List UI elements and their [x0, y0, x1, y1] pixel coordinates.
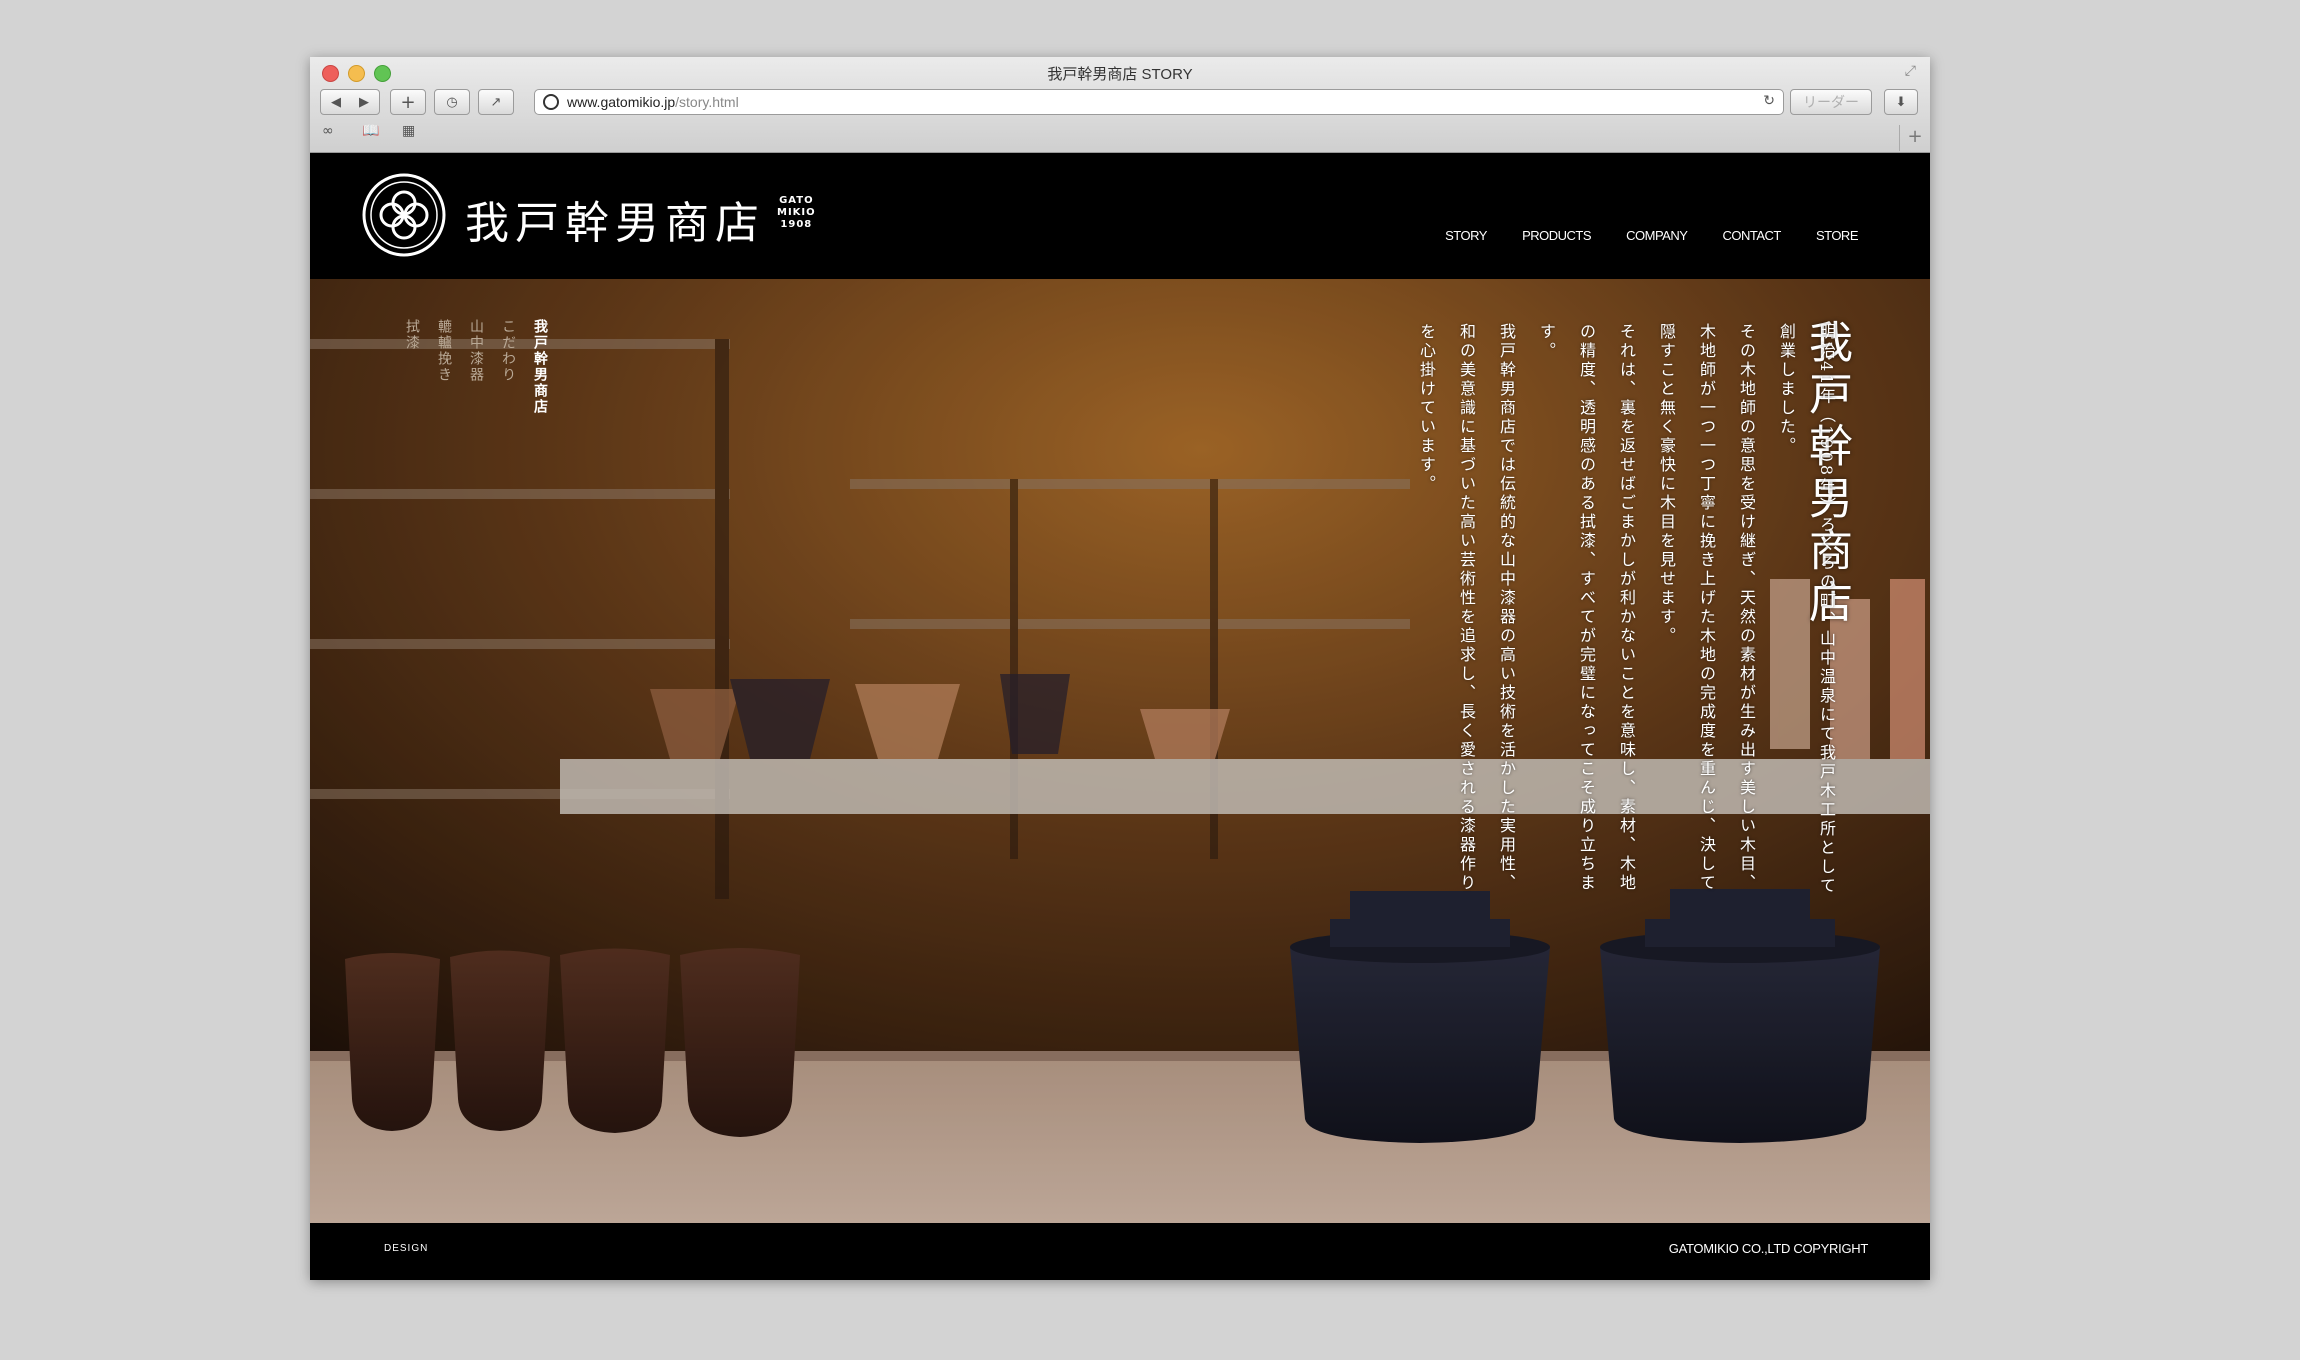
browser-chrome: 我戸幹男商店 STORY ⤢ ◀ ▶ + ◷ ↗ www.gatomikio.jp… [310, 57, 1930, 153]
forward-button[interactable]: ▶ [350, 90, 378, 116]
main-nav: STORY PRODUCTS COMPANY CONTACT STORE [1415, 225, 1858, 244]
new-tab-icon[interactable]: + [1899, 125, 1930, 151]
logo-name[interactable]: 我戸幹男商店 [465, 187, 765, 251]
nav-item-contact[interactable]: CONTACT [1722, 228, 1781, 243]
downloads-icon[interactable]: ⬇ [1884, 89, 1918, 115]
logo-sub-line: MIKIO [777, 207, 816, 218]
url-host: www.gatomikio.jp [567, 94, 676, 110]
browser-window: 我戸幹男商店 STORY ⤢ ◀ ▶ + ◷ ↗ www.gatomikio.jp… [310, 57, 1930, 1280]
sub-nav-item-fukiurushi[interactable]: 拭漆 [404, 319, 420, 351]
url-path: /story.html [675, 94, 739, 110]
nav-item-company[interactable]: COMPANY [1626, 228, 1688, 243]
story-paragraph: それは、裏を返せばごまかしが利かないことを意味し、素材、木地の精度、透明感のある… [1537, 323, 1636, 893]
sub-nav-item-gatomikio[interactable]: 我戸幹男商店 [532, 319, 548, 415]
top-sites-icon[interactable]: ▦ [402, 123, 415, 139]
reading-list-icon[interactable]: ∞ [322, 123, 334, 139]
reader-button[interactable]: リーダー [1790, 89, 1872, 115]
history-icon[interactable]: ◷ [434, 89, 470, 115]
add-bookmark-button[interactable]: + [390, 89, 426, 115]
logo-subtext: GATO MIKIO 1908 [777, 195, 816, 231]
logo-sub-line: 1908 [780, 219, 813, 230]
sub-nav-item-rokuro-biki[interactable]: 轆轤挽き [436, 319, 452, 383]
bookmarks-icon[interactable]: 📖 [362, 123, 379, 139]
url-text[interactable]: www.gatomikio.jp/story.html [567, 94, 739, 110]
story-paragraph: その木地師の意思を受け継ぎ、天然の素材が生み出す美しい木目、木地師が一つ一つ丁寧… [1657, 323, 1756, 893]
story-paragraph: 我戸幹男商店では伝統的な山中漆器の高い技術を活かした実用性、和の美意識に基づいた… [1417, 323, 1516, 893]
address-bar[interactable]: www.gatomikio.jp/story.html ↻ [534, 89, 1784, 115]
back-button[interactable]: ◀ [322, 90, 350, 116]
design-link[interactable]: DESIGN [384, 1243, 428, 1254]
back-forward-buttons: ◀ ▶ [320, 89, 380, 115]
reload-icon[interactable]: ↻ [1763, 93, 1775, 109]
sub-nav-item-yamanaka-shikki[interactable]: 山中漆器 [468, 319, 484, 383]
story-sub-nav: 我戸幹男商店 こだわり 山中漆器 轆轤挽き 拭漆 [396, 319, 556, 415]
site-favicon-icon [543, 94, 559, 110]
nav-item-story[interactable]: STORY [1445, 228, 1487, 243]
window-title: 我戸幹男商店 STORY [1047, 66, 1193, 83]
share-icon[interactable]: ↗ [478, 89, 514, 115]
nav-item-store[interactable]: STORE [1816, 228, 1859, 243]
logo-icon[interactable] [362, 173, 446, 257]
logo-sub-line: GATO [779, 195, 814, 206]
story-paragraph: 明治41年（1908年）ろくろの町、山中温泉にて我戸木工所として創業しました。 [1777, 323, 1836, 897]
site-header: 我戸幹男商店 GATO MIKIO 1908 STORY PRODUCTS CO… [310, 153, 1930, 279]
fullscreen-icon[interactable]: ⤢ [1905, 63, 1916, 79]
copyright-text: GATOMIKIO CO.,LTD COPYRIGHT [1668, 1241, 1869, 1256]
sub-nav-item-kodawari[interactable]: こだわり [500, 319, 516, 383]
nav-item-products[interactable]: PRODUCTS [1522, 228, 1591, 243]
story-text: 明治41年（1908年）ろくろの町、山中温泉にて我戸木工所として創業しました。 … [1406, 323, 1846, 903]
site-footer: DESIGN GATOMIKIO CO.,LTD COPYRIGHT [310, 1223, 1930, 1280]
hero-section: 我戸幹男商店 明治41年（1908年）ろくろの町、山中温泉にて我戸木工所として創… [310, 279, 1930, 1223]
